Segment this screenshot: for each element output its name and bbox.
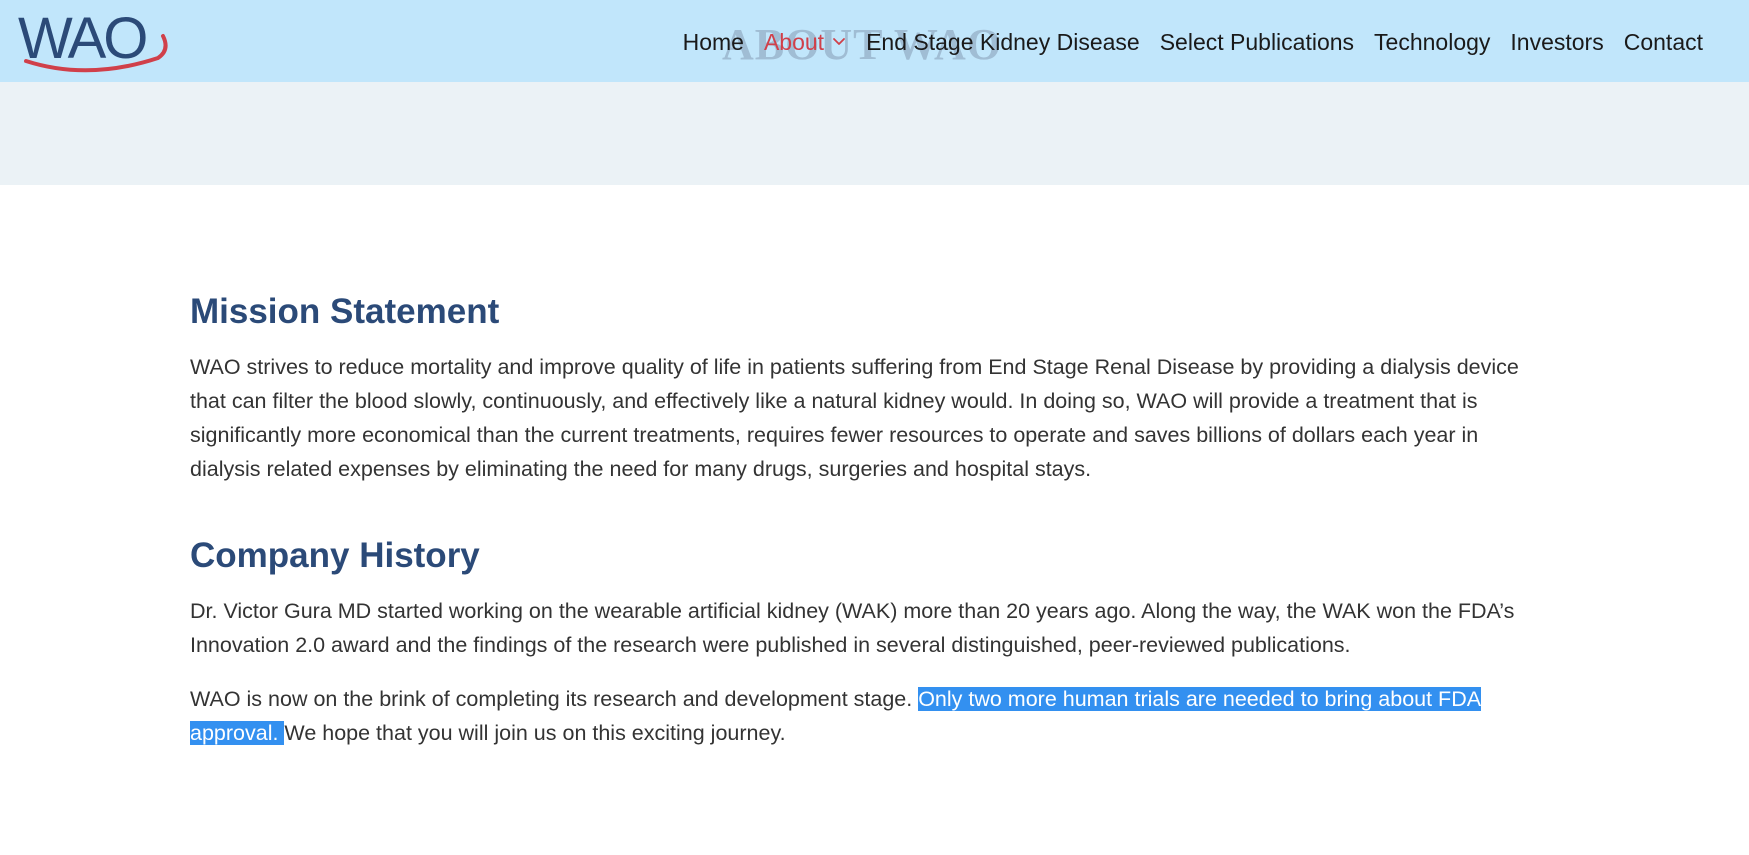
nav-end-stage-kidney-disease[interactable]: End Stage Kidney Disease [856, 22, 1150, 62]
history-text-before: WAO is now on the brink of completing it… [190, 687, 919, 711]
site-header: WAO ABOUT WAO Home About End Stage Kidne… [0, 0, 1749, 82]
chevron-down-icon [833, 38, 845, 45]
logo-swoosh-icon [24, 34, 168, 73]
nav-contact[interactable]: Contact [1614, 22, 1713, 62]
mission-heading: Mission Statement [190, 292, 500, 331]
history-paragraph-2: WAO is now on the brink of completing it… [190, 682, 1530, 750]
main-content: Mission Statement WAO strives to reduce … [190, 290, 1530, 750]
history-section: Company History Dr. Victor Gura MD start… [190, 534, 1530, 750]
history-paragraph-1: Dr. Victor Gura MD started working on th… [190, 599, 1515, 657]
history-text-after: We hope that you will join us on this ex… [284, 721, 786, 745]
nav-select-publications[interactable]: Select Publications [1150, 22, 1364, 62]
nav-home[interactable]: Home [673, 22, 754, 62]
nav-about-label: About [763, 29, 825, 55]
main-nav: Home About End Stage Kidney Disease Sele… [673, 22, 1713, 62]
nav-about[interactable]: About [754, 22, 856, 62]
nav-investors[interactable]: Investors [1500, 22, 1613, 62]
mission-text: WAO strives to reduce mortality and impr… [190, 355, 1519, 481]
title-band [0, 82, 1749, 185]
nav-technology[interactable]: Technology [1364, 22, 1500, 62]
history-heading: Company History [190, 536, 480, 575]
wao-logo[interactable]: WAO [18, 6, 168, 74]
mission-section: Mission Statement WAO strives to reduce … [190, 290, 1530, 486]
